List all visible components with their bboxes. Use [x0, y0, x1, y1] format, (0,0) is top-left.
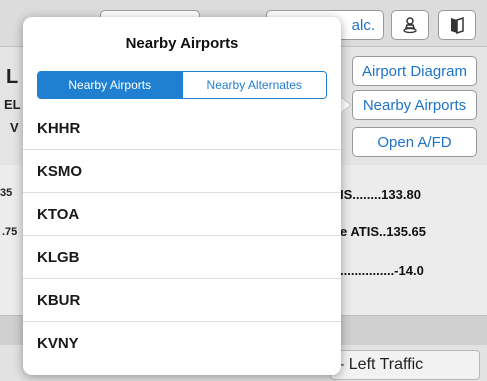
- atis-frequency: e ATIS..135.65: [340, 224, 426, 239]
- airport-list: KHHR KSMO KTOA KLGB KBUR KVNY: [23, 107, 341, 365]
- freq-fragment: 35: [0, 187, 13, 199]
- freq-fragment: .75: [2, 226, 18, 238]
- info-fragment: L: [6, 66, 19, 88]
- airport-diagram-button[interactable]: Airport Diagram: [352, 56, 477, 86]
- atis-frequency: IS........133.80: [340, 187, 421, 202]
- list-item[interactable]: KVNY: [23, 322, 341, 365]
- list-item[interactable]: KBUR: [23, 279, 341, 322]
- popover-title: Nearby Airports: [125, 34, 239, 52]
- segmented-control: Nearby Airports Nearby Alternates: [37, 71, 327, 99]
- book-icon: [451, 16, 464, 34]
- pilot-icon-button[interactable]: [391, 10, 429, 40]
- nearby-airports-label: Nearby Airports: [362, 96, 467, 114]
- nearby-airports-popover: Nearby Airports Nearby Airports Nearby A…: [23, 17, 341, 375]
- list-item[interactable]: KTOA: [23, 193, 341, 236]
- airport-diagram-label: Airport Diagram: [361, 62, 468, 80]
- list-item[interactable]: KHHR: [23, 107, 341, 150]
- person-pin-icon: [403, 17, 417, 34]
- calc-button-label: alc.: [351, 16, 375, 34]
- nearby-airports-button[interactable]: Nearby Airports: [352, 90, 477, 120]
- info-fragment: V: [10, 120, 19, 135]
- traffic-pattern-field[interactable]: - Left Traffic: [330, 350, 480, 380]
- list-item[interactable]: KSMO: [23, 150, 341, 193]
- open-afd-button[interactable]: Open A/FD: [352, 127, 477, 157]
- segment-nearby-airports[interactable]: Nearby Airports: [38, 72, 182, 98]
- info-fragment: EL: [4, 97, 21, 112]
- segment-nearby-alternates[interactable]: Nearby Alternates: [181, 72, 326, 98]
- frequency-value: ...............-14.0: [340, 263, 424, 278]
- open-afd-label: Open A/FD: [377, 133, 452, 151]
- book-icon-button[interactable]: [438, 10, 476, 40]
- traffic-pattern-label: - Left Traffic: [339, 356, 424, 373]
- list-item[interactable]: KLGB: [23, 236, 341, 279]
